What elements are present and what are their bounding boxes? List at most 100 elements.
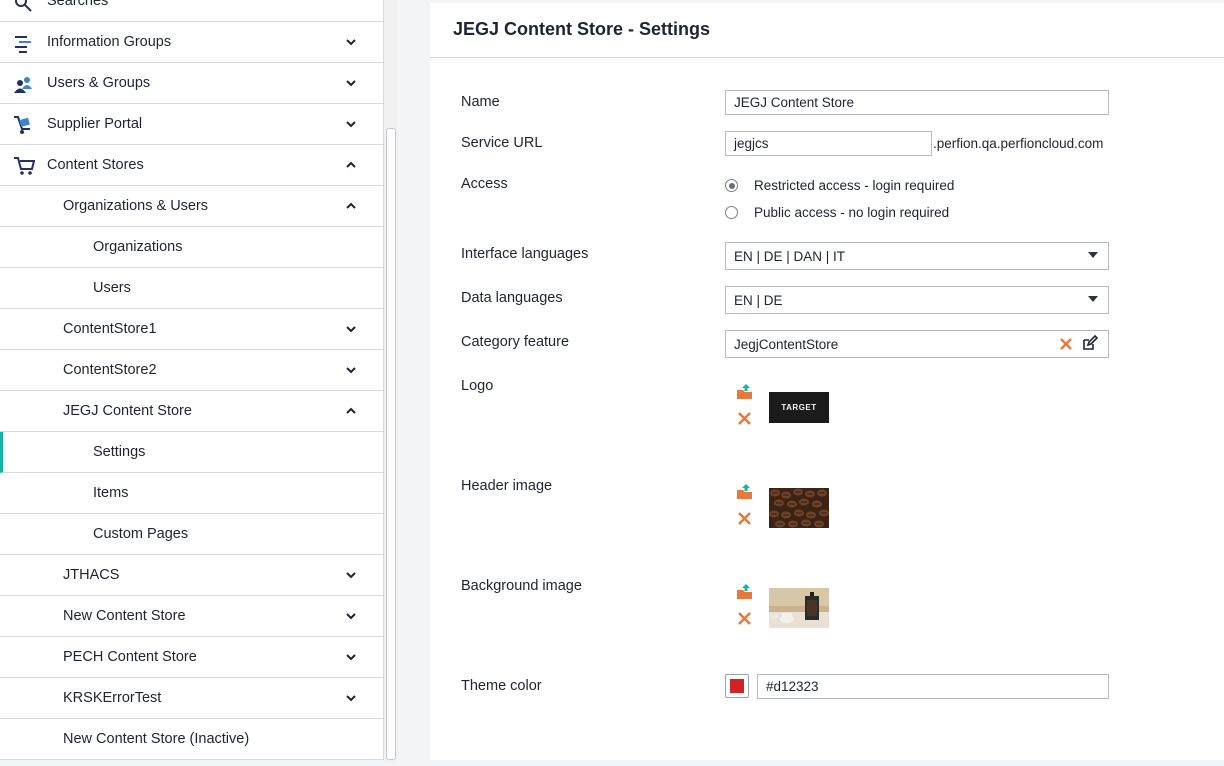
sidebar-item-label: New Content Store	[63, 608, 186, 624]
interface-languages-value: EN | DE | DAN | IT	[734, 249, 846, 264]
chevron-down-icon[interactable]	[344, 117, 358, 131]
name-input[interactable]: JEGJ Content Store	[725, 90, 1109, 115]
sidebar-item-contentstore2[interactable]: ContentStore2	[0, 350, 383, 391]
sidebar-item-supplier-portal[interactable]: Supplier Portal	[0, 104, 383, 145]
chevron-down-icon	[1088, 296, 1098, 302]
upload-icon[interactable]	[736, 384, 753, 399]
sidebar-item-content-stores[interactable]: Content Stores	[0, 145, 383, 186]
chevron-down-icon[interactable]	[344, 363, 358, 377]
restricted-access-label: Restricted access - login required	[754, 178, 955, 193]
chevron-down-icon[interactable]	[344, 650, 358, 664]
sidebar-item-krskerrortest[interactable]: KRSKErrorTest	[0, 678, 383, 719]
chevron-down-icon	[1088, 252, 1098, 258]
remove-icon[interactable]	[737, 511, 752, 526]
category-feature-value: JegjContentStore	[734, 337, 839, 352]
access-label: Access	[461, 176, 508, 192]
users-icon	[14, 77, 32, 93]
data-languages-label: Data languages	[461, 290, 563, 306]
sidebar-scrollbar-thumb[interactable]	[386, 128, 396, 760]
clear-icon[interactable]	[1059, 337, 1073, 351]
access-option-restricted[interactable]: Restricted access - login required	[725, 178, 954, 193]
theme-color-label: Theme color	[461, 678, 542, 694]
chevron-down-icon[interactable]	[344, 568, 358, 582]
sidebar-item-items[interactable]: Items	[0, 473, 383, 514]
interface-languages-select[interactable]: EN | DE | DAN | IT	[725, 242, 1109, 270]
sidebar-item-users[interactable]: Users	[0, 268, 383, 309]
background-image-label: Background image	[461, 578, 582, 594]
sidebar-item-label: Searches	[47, 0, 109, 9]
sidebar-item-jthacs[interactable]: JTHACS	[0, 555, 383, 596]
remove-icon[interactable]	[737, 611, 752, 626]
public-access-radio[interactable]	[725, 206, 738, 219]
sidebar-item-label: JTHACS	[63, 567, 120, 583]
sidebar-item-label: ContentStore1	[63, 321, 157, 337]
upload-icon[interactable]	[736, 484, 753, 499]
sidebar-item-label: Settings	[93, 444, 146, 460]
sidebar-item-label: Content Stores	[47, 157, 144, 173]
sidebar-item-settings[interactable]: Settings	[0, 432, 383, 473]
sidebar-item-jegj-content-store[interactable]: JEGJ Content Store	[0, 391, 383, 432]
public-access-label: Public access - no login required	[754, 205, 950, 220]
cart-icon	[14, 157, 35, 175]
sidebar-item-searches[interactable]: Searches	[0, 0, 383, 22]
data-languages-value: EN | DE	[734, 293, 783, 308]
data-languages-select[interactable]: EN | DE	[725, 286, 1109, 314]
sidebar-item-label: Items	[93, 485, 129, 501]
theme-color-input[interactable]: #d12323	[757, 674, 1109, 699]
supplier-icon	[14, 116, 30, 134]
sidebar-item-new-content-store-inactive[interactable]: New Content Store (Inactive)	[0, 719, 383, 760]
sidebar-item-information-groups[interactable]: Information Groups	[0, 22, 383, 63]
interface-languages-label: Interface languages	[461, 246, 589, 262]
sidebar: Searches Information Groups Users & Grou…	[0, 0, 384, 760]
restricted-access-radio[interactable]	[725, 179, 738, 192]
settings-panel: JEGJ Content Store - Settings	[430, 3, 1224, 760]
chevron-down-icon[interactable]	[344, 691, 358, 705]
sidebar-item-contentstore1[interactable]: ContentStore1	[0, 309, 383, 350]
category-feature-label: Category feature	[461, 334, 570, 350]
sidebar-item-organizations-users[interactable]: Organizations & Users	[0, 186, 383, 227]
category-feature-field: JegjContentStore	[725, 330, 1109, 358]
access-option-public[interactable]: Public access - no login required	[725, 205, 949, 220]
upload-icon[interactable]	[736, 584, 753, 599]
header-image	[769, 488, 829, 528]
sidebar-item-label: KRSKErrorTest	[63, 690, 162, 706]
edit-icon[interactable]	[1081, 335, 1098, 352]
chevron-up-icon[interactable]	[344, 199, 358, 213]
sidebar-item-pech-content-store[interactable]: PECH Content Store	[0, 637, 383, 678]
chevron-up-icon[interactable]	[344, 158, 358, 172]
remove-icon[interactable]	[737, 411, 752, 426]
sidebar-item-label: JEGJ Content Store	[63, 403, 192, 419]
sidebar-item-users-groups[interactable]: Users & Groups	[0, 63, 383, 104]
service-url-suffix: .perfion.qa.perfioncloud.com	[933, 136, 1104, 151]
sidebar-item-label: Organizations & Users	[63, 198, 209, 214]
sidebar-item-custom-pages[interactable]: Custom Pages	[0, 514, 383, 555]
list-icon	[15, 36, 31, 53]
chevron-down-icon[interactable]	[344, 609, 358, 623]
page-title: JEGJ Content Store - Settings	[453, 19, 711, 39]
chevron-down-icon[interactable]	[344, 322, 358, 336]
sidebar-item-new-content-store[interactable]: New Content Store	[0, 596, 383, 637]
header-image-label: Header image	[461, 478, 553, 494]
sidebar-item-label: Information Groups	[47, 34, 172, 50]
sidebar-item-organizations[interactable]: Organizations	[0, 227, 383, 268]
sidebar-item-label: New Content Store (Inactive)	[63, 731, 250, 747]
sidebar-item-label: Users & Groups	[47, 75, 151, 91]
logo-label: Logo	[461, 378, 494, 394]
logo-image-text: TARGET	[781, 403, 817, 412]
sidebar-item-label: Users	[93, 280, 131, 296]
search-icon	[15, 0, 32, 12]
name-label: Name	[461, 94, 500, 110]
title-divider	[430, 57, 1224, 58]
logo-image: TARGET	[769, 392, 829, 423]
theme-color-picker[interactable]	[725, 674, 749, 698]
theme-color-swatch	[730, 679, 744, 693]
sidebar-item-label: Custom Pages	[93, 526, 189, 542]
service-url-label: Service URL	[461, 135, 543, 151]
sidebar-item-label: PECH Content Store	[63, 649, 197, 665]
chevron-up-icon[interactable]	[344, 404, 358, 418]
service-url-input[interactable]: jegjcs	[725, 131, 932, 156]
sidebar-item-label: Supplier Portal	[47, 116, 143, 132]
background-image	[769, 588, 829, 628]
chevron-down-icon[interactable]	[344, 76, 358, 90]
chevron-down-icon[interactable]	[344, 35, 358, 49]
